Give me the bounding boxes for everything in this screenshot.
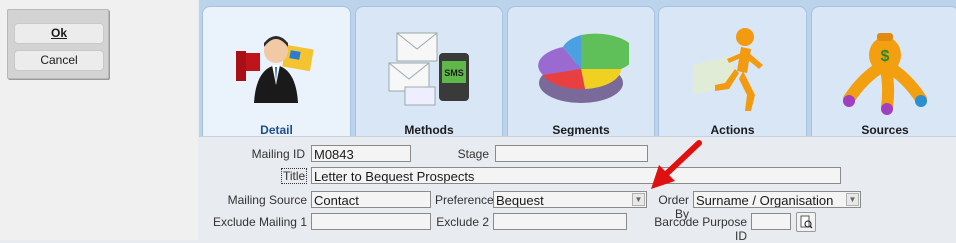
tab-actions[interactable]: Actions — [658, 6, 807, 137]
tab-methods-label: Methods — [404, 123, 454, 137]
chevron-down-icon[interactable]: ▼ — [632, 193, 645, 206]
mailing-source-label: Mailing Source — [227, 193, 307, 207]
chevron-down-icon[interactable]: ▼ — [846, 193, 859, 206]
envelope-sms-icon: SMS — [388, 32, 469, 106]
tab-sources-label: Sources — [861, 123, 909, 137]
lookup-button[interactable] — [796, 212, 816, 232]
barcode-purpose-id-field[interactable] — [751, 213, 791, 230]
stage-label: Stage — [457, 147, 489, 161]
stage-field[interactable] — [495, 145, 648, 162]
button-panel: Ok Cancel — [7, 9, 109, 79]
tab-detail-label: Detail — [260, 123, 293, 137]
tab-actions-label: Actions — [710, 123, 755, 137]
money-bag-icon: $ — [843, 33, 927, 115]
preference-value: Bequest — [496, 193, 544, 208]
barcode-purpose-id-label: Barcode Purpose ID — [654, 215, 747, 243]
svg-text:$: $ — [881, 48, 890, 65]
mailing-id-label: Mailing ID — [251, 147, 305, 161]
detail-form: Mailing ID M0843 Stage Title Letter to B… — [199, 136, 956, 243]
ok-button[interactable]: Ok — [14, 23, 104, 44]
tab-detail[interactable]: Detail — [202, 6, 351, 137]
preference-select[interactable]: Bequest ▼ — [493, 191, 647, 208]
pie-chart-icon — [538, 33, 629, 103]
order-by-select[interactable]: Surname / Organisation ▼ — [693, 191, 861, 208]
title-label: Title — [281, 168, 308, 184]
title-field[interactable]: Letter to Bequest Prospects — [311, 167, 841, 184]
red-arrow-icon — [651, 140, 702, 189]
tab-segments[interactable]: Segments — [507, 6, 655, 137]
mailing-id-field[interactable]: M0843 — [311, 145, 411, 162]
exclude-2-field[interactable] — [493, 213, 627, 230]
document-search-icon — [800, 215, 813, 229]
exclude-mailing-1-label: Exclude Mailing 1 — [212, 215, 307, 229]
cancel-button[interactable]: Cancel — [14, 50, 104, 71]
tab-sources[interactable]: $ Sources — [811, 6, 956, 137]
mailing-source-field[interactable]: Contact — [311, 191, 431, 208]
left-pane: Ok Cancel — [0, 0, 198, 240]
tab-methods[interactable]: SMS Methods — [355, 6, 503, 137]
running-man-icon — [692, 28, 763, 111]
title-label-wrap: Title — [281, 168, 308, 184]
svg-text:SMS: SMS — [444, 68, 464, 78]
preference-label: Preference — [435, 193, 494, 207]
order-by-value: Surname / Organisation — [696, 193, 834, 208]
tab-segments-label: Segments — [552, 123, 610, 137]
person-mail-icon — [235, 36, 314, 103]
exclude-2-label: Exclude 2 — [436, 215, 489, 229]
exclude-mailing-1-field[interactable] — [311, 213, 431, 230]
